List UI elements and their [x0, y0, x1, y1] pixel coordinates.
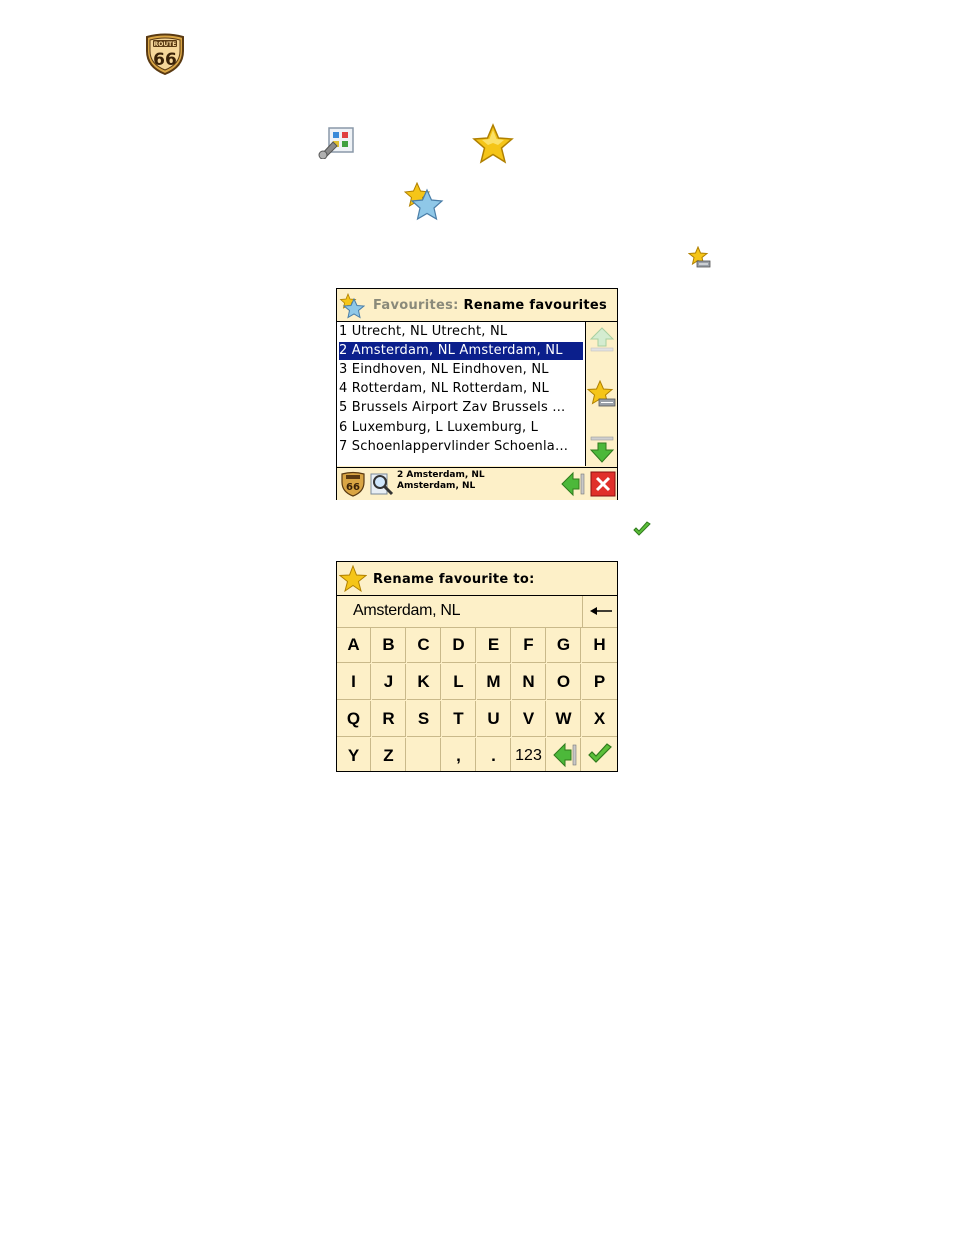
- key-j[interactable]: J: [372, 664, 406, 700]
- back-button[interactable]: [547, 738, 581, 771]
- confirm-check-icon: [633, 521, 651, 536]
- list-item[interactable]: 1 Utrecht, NL Utrecht, NL: [339, 323, 583, 341]
- key-u[interactable]: U: [477, 701, 511, 737]
- search-map-icon[interactable]: [369, 471, 395, 497]
- scroll-down-arrow-icon[interactable]: [589, 436, 615, 464]
- list-sidebar: [586, 322, 617, 466]
- key-s[interactable]: S: [407, 701, 441, 737]
- confirm-check-icon: [588, 743, 612, 763]
- key-a[interactable]: A: [337, 627, 371, 663]
- key-period[interactable]: .: [477, 738, 511, 771]
- tools-settings-icon: [318, 127, 354, 159]
- svg-text:66: 66: [346, 482, 360, 493]
- key-x[interactable]: X: [582, 701, 617, 737]
- key-t[interactable]: T: [442, 701, 476, 737]
- favourites-list-icon: [339, 293, 365, 319]
- confirm-button[interactable]: [582, 738, 617, 771]
- screen-title: Favourites: Rename favourites: [373, 298, 607, 313]
- key-numeric-mode[interactable]: 123: [512, 738, 546, 771]
- backspace-arrow-icon: [590, 607, 612, 615]
- list-item[interactable]: 5 Brussels Airport Zav Brussels …: [339, 399, 583, 417]
- key-d[interactable]: D: [442, 627, 476, 663]
- key-p[interactable]: P: [582, 664, 617, 700]
- key-b[interactable]: B: [372, 627, 406, 663]
- key-f[interactable]: F: [512, 627, 546, 663]
- favourites-rename-screen: Favourites: Rename favourites 1 Utrecht,…: [336, 288, 618, 500]
- key-z[interactable]: Z: [372, 738, 406, 771]
- list-item[interactable]: 7 Schoenlappervlinder Schoenla…: [339, 438, 583, 456]
- rename-keyboard-screen: Rename favourite to: Amsterdam, NL A B C…: [336, 561, 618, 772]
- backspace-button[interactable]: [582, 596, 618, 627]
- screen-header: Rename favourite to:: [337, 562, 617, 596]
- route66-menu-icon[interactable]: 66: [340, 471, 366, 497]
- key-g[interactable]: G: [547, 627, 581, 663]
- key-o[interactable]: O: [547, 664, 581, 700]
- key-w[interactable]: W: [547, 701, 581, 737]
- key-k[interactable]: K: [407, 664, 441, 700]
- close-icon[interactable]: [590, 471, 616, 497]
- route66-logo: ROUTE 66: [146, 33, 184, 75]
- name-input-row: Amsterdam, NL: [337, 596, 617, 628]
- key-h[interactable]: H: [582, 627, 617, 663]
- list-item[interactable]: 4 Rotterdam, NL Rotterdam, NL: [339, 380, 583, 398]
- favourites-star-icon: [472, 123, 514, 164]
- key-v[interactable]: V: [512, 701, 546, 737]
- key-n[interactable]: N: [512, 664, 546, 700]
- key-r[interactable]: R: [372, 701, 406, 737]
- scroll-up-arrow-icon[interactable]: [589, 326, 615, 352]
- key-c[interactable]: C: [407, 627, 441, 663]
- key-y[interactable]: Y: [337, 738, 371, 771]
- key-i[interactable]: I: [337, 664, 371, 700]
- key-e[interactable]: E: [477, 627, 511, 663]
- key-q[interactable]: Q: [337, 701, 371, 737]
- key-l[interactable]: L: [442, 664, 476, 700]
- svg-text:ROUTE: ROUTE: [154, 41, 177, 48]
- screen-header: Favourites: Rename favourites: [337, 289, 617, 322]
- selected-item-line2: Amsterdam, NL: [397, 481, 476, 491]
- key-comma[interactable]: ,: [442, 738, 476, 771]
- list-item[interactable]: 3 Eindhoven, NL Eindhoven, NL: [339, 361, 583, 379]
- rename-favourite-button-icon[interactable]: [587, 380, 617, 410]
- title-prefix: Favourites:: [373, 298, 459, 313]
- favourites-list: 1 Utrecht, NL Utrecht, NL 2 Amsterdam, N…: [337, 322, 586, 466]
- list-item-selected[interactable]: 2 Amsterdam, NL Amsterdam, NL: [339, 342, 583, 360]
- key-m[interactable]: M: [477, 664, 511, 700]
- name-input-field[interactable]: Amsterdam, NL: [353, 602, 461, 620]
- rename-favourite-icon: [688, 246, 711, 268]
- svg-text:66: 66: [153, 50, 177, 70]
- screen-title: Rename favourite to:: [373, 572, 535, 587]
- favourites-list-icon: [404, 182, 444, 221]
- back-arrow-icon: [553, 742, 577, 768]
- selected-item-info: 2 Amsterdam, NL Amsterdam, NL: [397, 470, 485, 492]
- selected-item-line1: 2 Amsterdam, NL: [397, 470, 485, 480]
- list-item[interactable]: 6 Luxemburg, L Luxemburg, L: [339, 419, 583, 437]
- screen-footer: 66 2 Amsterdam, NL Amsterdam, NL: [337, 467, 617, 500]
- title-main: Rename favourites: [463, 298, 608, 313]
- back-arrow-icon[interactable]: [560, 471, 586, 497]
- favourite-star-icon: [339, 565, 367, 593]
- key-space[interactable]: [407, 738, 441, 771]
